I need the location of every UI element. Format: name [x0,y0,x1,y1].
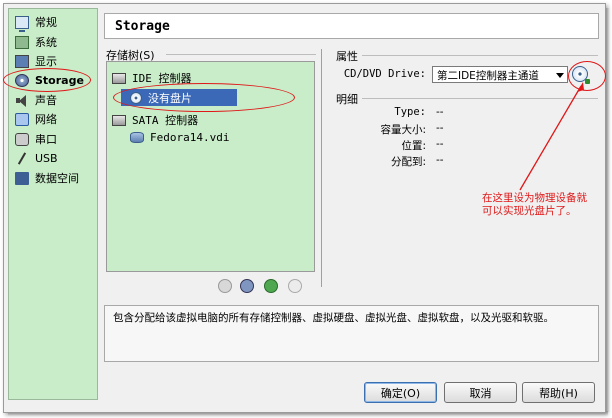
description-text: 包含分配给该虚拟电脑的所有存储控制器、虚拟硬盘、虚拟光盘、虚拟软盘，以及光驱和软… [113,312,554,324]
description-box: 包含分配给该虚拟电脑的所有存储控制器、虚拟硬盘、虚拟光盘、虚拟软盘，以及光驱和软… [104,305,599,362]
help-button[interactable]: 帮助(H) [522,382,595,403]
ok-button[interactable]: 确定(O) [364,382,437,403]
annotation-text: 在这里设为物理设备就 可以实现光盘片了。 [482,192,587,217]
cancel-button[interactable]: 取消 [444,382,517,403]
